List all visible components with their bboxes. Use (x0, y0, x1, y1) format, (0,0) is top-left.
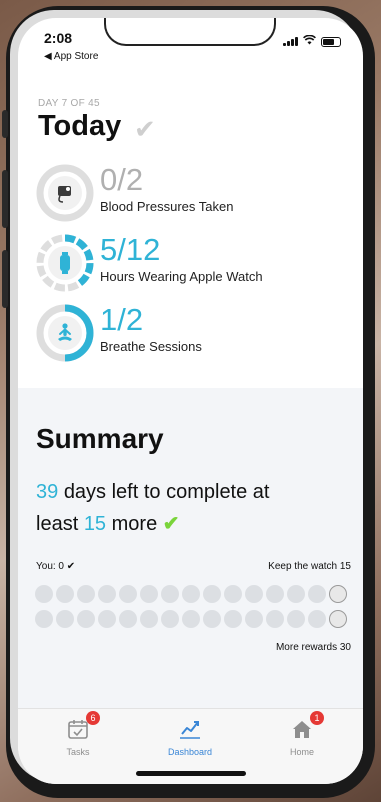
days-left-text: days left to complete at (63, 481, 270, 503)
metric-value: 1/2 (100, 302, 144, 337)
tab-tasks[interactable]: 6 Tasks (38, 711, 118, 757)
summary-title: Summary (36, 423, 164, 454)
more-text: more (111, 513, 158, 535)
progress-dot (161, 610, 179, 628)
status-icons (283, 34, 341, 48)
metric-value: 5/12 (100, 232, 161, 267)
tab-label: Tasks (66, 747, 90, 757)
metric-apple-watch[interactable]: 5/12 Hours Wearing Apple Watch (36, 232, 356, 300)
house-icon: 1 (290, 711, 324, 741)
progress-dots-row-1 (35, 585, 347, 603)
metric-label: Breathe Sessions (100, 339, 202, 354)
progress-ring (36, 164, 94, 222)
progress-dot (35, 610, 53, 628)
metric-label: Hours Wearing Apple Watch (100, 269, 263, 284)
progress-ring (36, 304, 94, 362)
progress-dot (224, 585, 242, 603)
progress-dot (98, 610, 116, 628)
milestone-dot (329, 585, 347, 603)
tab-dashboard[interactable]: Dashboard (150, 717, 230, 757)
progress-dot (140, 585, 158, 603)
app-screen: 2:08 ◀ App Store DAY 7 OF 45 Today ✔ 0/2… (18, 18, 363, 784)
progress-dot (308, 610, 326, 628)
progress-dots-row-2 (35, 610, 347, 628)
progress-dot (119, 585, 137, 603)
notch (104, 18, 276, 46)
progress-dot (245, 610, 263, 628)
least-text: least (36, 513, 79, 535)
day-progress-label: DAY 7 OF 45 (38, 98, 100, 109)
you-progress-label: You: 0 ✔ (36, 561, 76, 572)
progress-dot (287, 585, 305, 603)
progress-dot (203, 585, 221, 603)
chart-line-icon (178, 717, 202, 741)
checkmark-icon: ✔ (134, 114, 156, 144)
tasks-badge: 6 (86, 711, 100, 725)
days-left-count: 39 (36, 481, 59, 503)
metric-label: Blood Pressures Taken (100, 199, 234, 214)
tab-home[interactable]: 1 Home (262, 711, 342, 757)
more-count: 15 (83, 513, 107, 535)
progress-dot (224, 610, 242, 628)
summary-days-left: 39 days left to complete at (36, 481, 356, 504)
progress-dot (35, 585, 53, 603)
progress-dot (56, 610, 74, 628)
progress-ring (36, 234, 94, 292)
mute-switch (2, 110, 8, 138)
metric-value: 0/2 (100, 162, 144, 197)
progress-dot (266, 585, 284, 603)
metric-breathe[interactable]: 1/2 Breathe Sessions (36, 302, 356, 370)
battery-icon (321, 36, 341, 47)
signal-icon (283, 37, 298, 46)
home-badge: 1 (310, 711, 324, 725)
progress-dot (140, 610, 158, 628)
progress-dot (77, 585, 95, 603)
progress-dot (245, 585, 263, 603)
page-title: Today (38, 110, 122, 142)
milestone-dot (329, 610, 347, 628)
progress-dot (203, 610, 221, 628)
progress-dot (77, 610, 95, 628)
checkmark-icon: ✔ (162, 513, 180, 535)
volume-down-button (2, 250, 8, 308)
tab-label: Home (289, 747, 314, 757)
progress-dot (119, 610, 137, 628)
more-rewards-milestone-label: More rewards 30 (275, 642, 351, 653)
progress-dot (308, 585, 326, 603)
volume-up-button (2, 170, 8, 228)
metric-blood-pressure[interactable]: 0/2 Blood Pressures Taken (36, 162, 356, 230)
progress-dot (182, 585, 200, 603)
home-indicator[interactable] (136, 771, 246, 776)
back-to-app-store-link[interactable]: ◀ App Store (44, 51, 98, 62)
tab-label: Dashboard (167, 747, 213, 757)
wifi-icon (303, 34, 316, 48)
calendar-check-icon: 6 (66, 711, 100, 741)
progress-dot (266, 610, 284, 628)
progress-dot (56, 585, 74, 603)
progress-dot (287, 610, 305, 628)
summary-more-needed: least 15 more ✔ (36, 511, 356, 536)
status-time: 2:08 (44, 30, 73, 46)
progress-dot (161, 585, 179, 603)
keep-watch-milestone-label: Keep the watch 15 (268, 561, 351, 572)
progress-dot (182, 610, 200, 628)
progress-dot (98, 585, 116, 603)
